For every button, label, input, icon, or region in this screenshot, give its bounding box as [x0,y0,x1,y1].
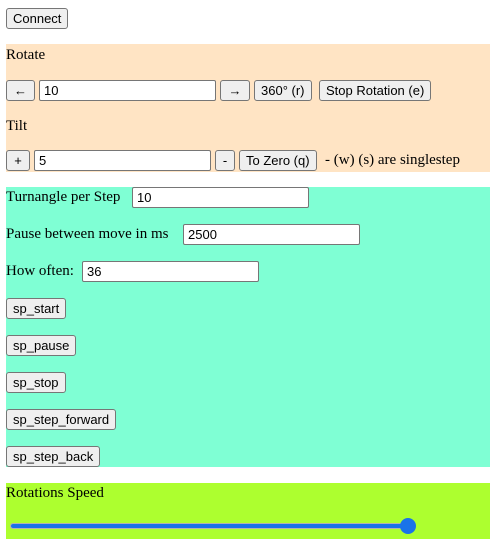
tilt-plus-button[interactable]: + [6,150,30,171]
connect-button[interactable]: Connect [6,8,69,29]
pause-label: Pause between move in ms [6,226,169,242]
rotation-speed-panel: Rotations Speed [6,483,490,539]
turnangle-input[interactable] [132,187,309,208]
rotate-right-button[interactable]: → [220,80,250,101]
slider-thumb[interactable] [400,518,416,534]
sp-step-back-button[interactable]: sp_step_back [6,446,101,467]
rotate-tilt-panel: Rotate ← → 360° (r) Stop Rotation (e) Ti… [6,44,490,172]
sp-pause-button[interactable]: sp_pause [6,335,77,356]
rotate-left-button[interactable]: ← [6,80,35,101]
rotate-angle-input[interactable] [39,80,216,101]
tilt-heading: Tilt [6,118,28,134]
rotation-speed-label: Rotations Speed [6,485,104,501]
stop-rotation-button[interactable]: Stop Rotation (e) [319,80,432,101]
pause-input[interactable] [183,224,360,245]
sp-stop-button[interactable]: sp_stop [6,372,66,393]
sp-start-button[interactable]: sp_start [6,298,67,319]
tilt-hint: - (w) (s) are singlestep [325,152,460,168]
tilt-minus-button[interactable]: - [215,150,235,171]
to-zero-button[interactable]: To Zero (q) [239,150,317,171]
full-turn-button[interactable]: 360° (r) [254,80,312,101]
turnangle-label: Turnangle per Step [6,189,121,205]
rotate-heading: Rotate [6,47,46,63]
how-often-label: How often: [6,263,74,279]
tilt-value-input[interactable] [34,150,211,171]
step-panel: Turnangle per Step Pause between move in… [6,187,490,467]
how-often-input[interactable] [82,261,259,282]
rotation-speed-slider[interactable] [10,523,408,529]
slider-fill [11,524,407,528]
sp-step-forward-button[interactable]: sp_step_forward [6,409,117,430]
